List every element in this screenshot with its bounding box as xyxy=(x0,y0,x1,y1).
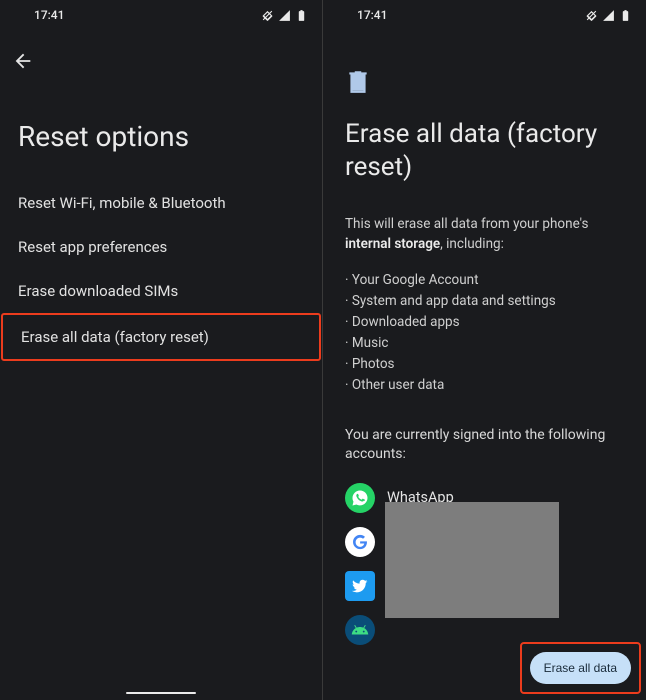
signed-text: You are currently signed into the follow… xyxy=(345,426,624,465)
desc-post: , including: xyxy=(440,236,504,252)
status-time: 17:41 xyxy=(34,8,64,22)
bullet-item: Other user data xyxy=(345,375,624,396)
screen-erase-all-data: 17:41 Erase all data (factory reset) Thi… xyxy=(323,0,646,700)
bullet-item: Music xyxy=(345,333,624,354)
signal-icon xyxy=(278,9,291,22)
whatsapp-icon xyxy=(345,483,375,513)
battery-icon xyxy=(619,9,632,22)
back-icon[interactable] xyxy=(12,57,34,76)
reset-wifi-item[interactable]: Reset Wi-Fi, mobile & Bluetooth xyxy=(0,181,322,225)
account-android xyxy=(345,615,624,645)
desc-bold: internal storage xyxy=(345,236,440,252)
twitter-icon xyxy=(345,571,375,601)
bullet-item: Photos xyxy=(345,354,624,375)
google-icon xyxy=(345,527,375,557)
page-title: Erase all data (factory reset) xyxy=(345,118,624,183)
erase-all-data-button[interactable]: Erase all data xyxy=(530,652,631,684)
bullet-item: Downloaded apps xyxy=(345,312,624,333)
dnd-icon xyxy=(585,9,598,22)
bullet-list: Your Google Account System and app data … xyxy=(345,270,624,396)
screen-reset-options: 17:41 Reset options Reset Wi-Fi, mobile … xyxy=(0,0,323,700)
desc-pre: This will erase all data from your phone… xyxy=(345,216,588,232)
status-icons xyxy=(261,9,308,22)
bullet-item: System and app data and settings xyxy=(345,291,624,312)
desc-text: This will erase all data from your phone… xyxy=(345,215,624,254)
android-icon xyxy=(345,615,375,645)
status-icons xyxy=(585,9,632,22)
trash-icon xyxy=(345,66,624,100)
status-time: 17:41 xyxy=(357,8,387,22)
redacted-block xyxy=(385,502,559,618)
page-title: Reset options xyxy=(0,84,322,181)
back-row xyxy=(0,30,322,84)
erase-all-data-item[interactable]: Erase all data (factory reset) xyxy=(1,313,321,361)
bullet-item: Your Google Account xyxy=(345,270,624,291)
dnd-icon xyxy=(261,9,274,22)
status-bar: 17:41 xyxy=(0,0,322,30)
status-bar: 17:41 xyxy=(323,0,646,30)
battery-icon xyxy=(295,9,308,22)
signal-icon xyxy=(602,9,615,22)
erase-sims-item[interactable]: Erase downloaded SIMs xyxy=(0,269,322,313)
cta-highlight: Erase all data xyxy=(520,642,641,694)
reset-app-prefs-item[interactable]: Reset app preferences xyxy=(0,225,322,269)
nav-bar-handle[interactable] xyxy=(126,692,196,695)
